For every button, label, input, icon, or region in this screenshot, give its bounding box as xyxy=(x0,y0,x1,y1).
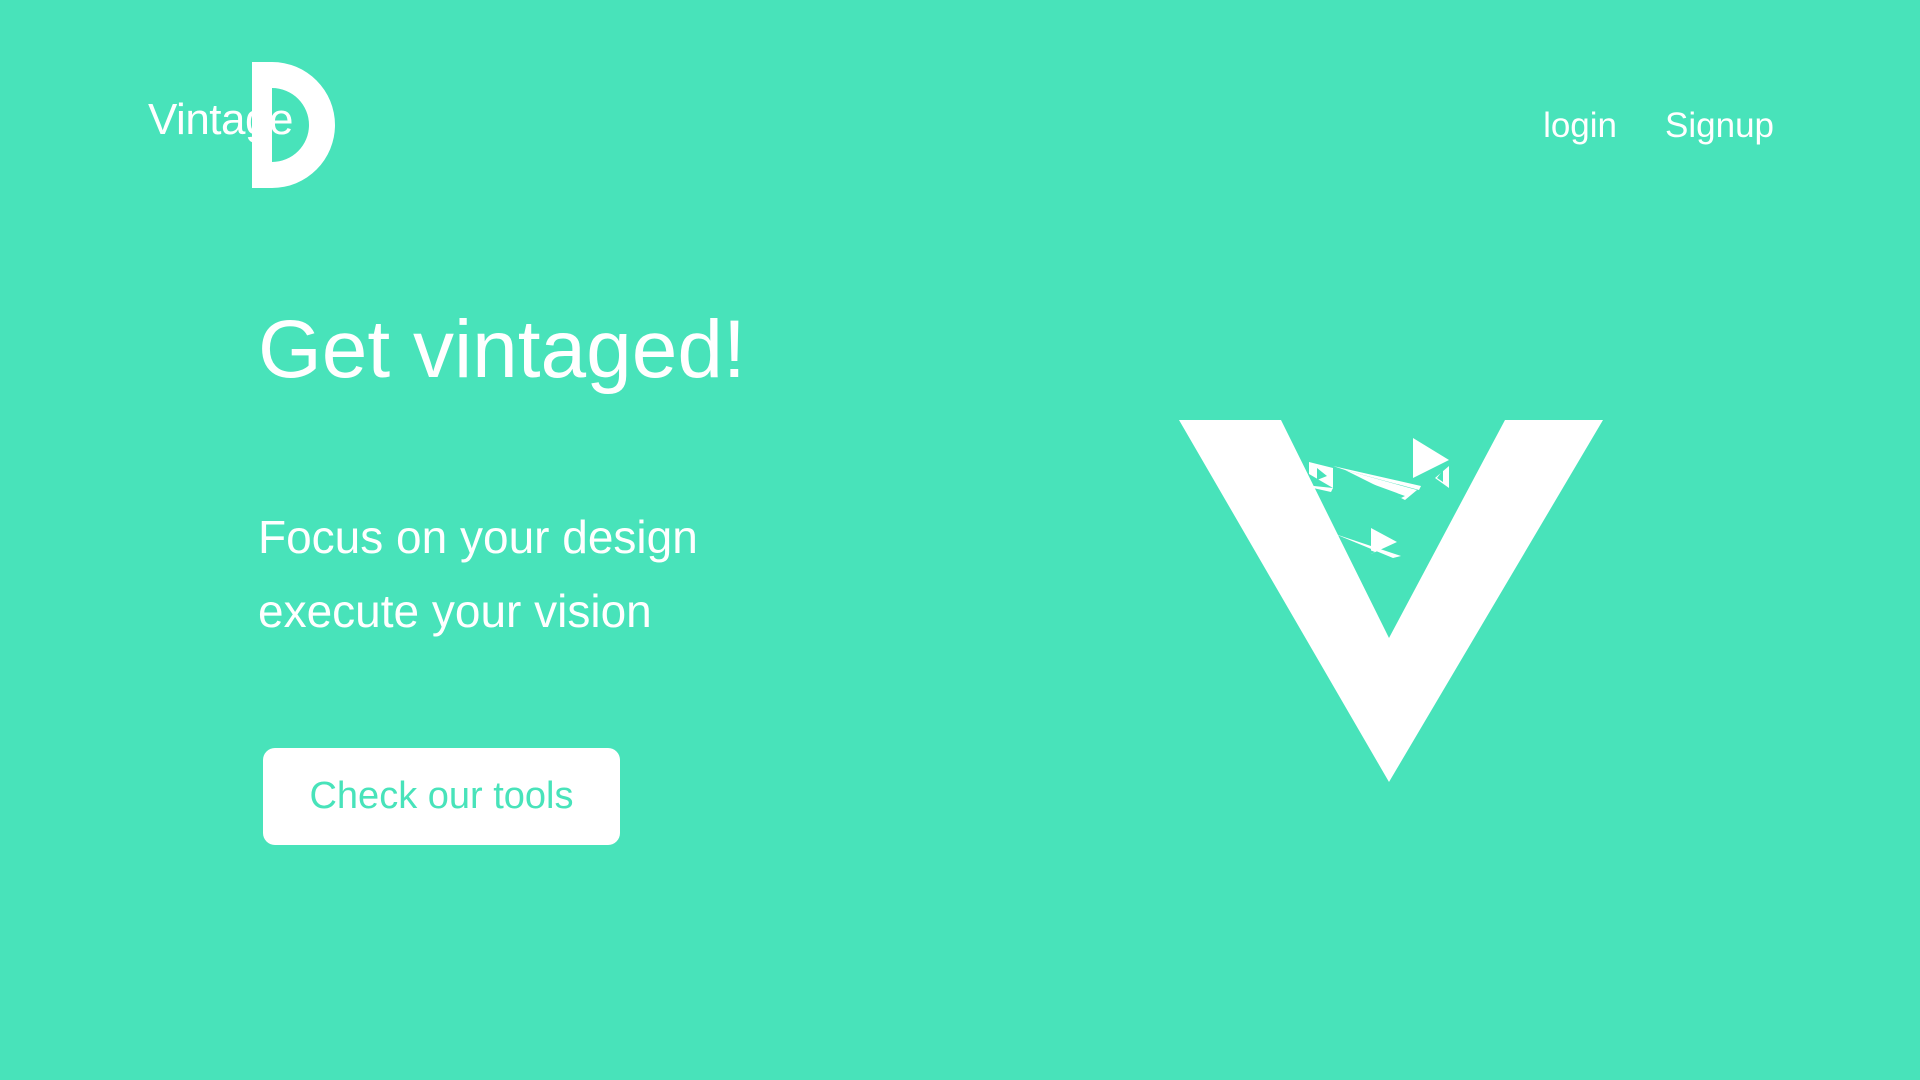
signup-link[interactable]: Signup xyxy=(1665,102,1774,150)
v-with-birds-icon xyxy=(1179,420,1603,782)
brand-name: Vintage xyxy=(148,95,293,144)
hero-subtitle-line-2: execute your vision xyxy=(258,585,652,637)
landing-page: Vintage login Signup Get vintaged! Focus… xyxy=(0,0,1920,1080)
hero-title: Get vintaged! xyxy=(258,304,746,395)
hero-subtitle: Focus on your design execute your vision xyxy=(258,500,698,648)
check-tools-button[interactable]: Check our tools xyxy=(263,748,620,845)
top-nav: login Signup xyxy=(1543,102,1774,150)
login-link[interactable]: login xyxy=(1543,102,1617,150)
hero-subtitle-line-1: Focus on your design xyxy=(258,511,698,563)
brand-logo[interactable]: Vintage xyxy=(148,60,348,190)
